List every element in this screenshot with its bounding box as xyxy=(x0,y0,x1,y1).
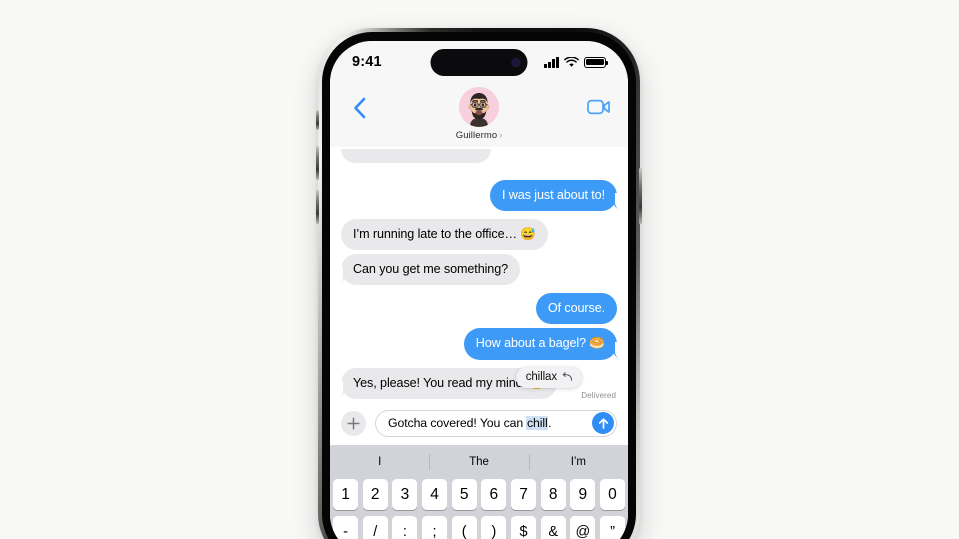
iphone-device-frame: 9:4 1 Guillermo › I was just about to! I’… xyxy=(316,28,642,539)
message-thread[interactable]: I was just about to! I’m running late to… xyxy=(330,147,628,401)
key-dollar[interactable]: $ xyxy=(510,516,537,539)
key-4[interactable]: 4 xyxy=(421,479,448,510)
front-camera-icon xyxy=(511,58,521,67)
message-bubble-incoming[interactable]: I’m running late to the office… 😅 xyxy=(341,219,548,251)
device-bezel: 9:4 1 Guillermo › I was just about to! I’… xyxy=(322,32,636,539)
input-text-selected: chill xyxy=(526,416,549,430)
key-slash[interactable]: / xyxy=(362,516,388,539)
device-screen: 9:4 1 Guillermo › I was just about to! I’… xyxy=(330,41,628,539)
contact-header[interactable]: Guillermo › xyxy=(456,87,503,141)
key-hyphen[interactable]: - xyxy=(333,516,359,539)
key-9[interactable]: 9 xyxy=(570,479,596,510)
bubble-tail-mask xyxy=(333,380,343,400)
key-3[interactable]: 3 xyxy=(392,479,418,510)
input-text-after: . xyxy=(548,416,552,430)
screenshot-stage: 9:4 1 Guillermo › I was just about to! I’… xyxy=(0,0,959,539)
key-at[interactable]: @ xyxy=(570,516,596,539)
keyboard-row-numbers: 1 2 3 4 5 6 7 8 9 0 xyxy=(330,479,628,510)
message-input-field[interactable]: Gotcha covered! You can chill. xyxy=(375,409,617,437)
keyboard-suggestion-bar: I The I’m xyxy=(330,445,628,479)
key-6[interactable]: 6 xyxy=(481,479,507,510)
keyboard-row-symbols: - / : ; ( ) $ & @ ” xyxy=(330,516,628,539)
key-paren-close[interactable]: ) xyxy=(481,516,507,539)
dynamic-island[interactable] xyxy=(430,49,528,76)
key-paren-open[interactable]: ( xyxy=(451,516,477,539)
message-row-partial xyxy=(341,149,617,172)
message-list: I was just about to! I’m running late to… xyxy=(333,147,625,401)
arrow-up-icon xyxy=(598,417,608,429)
key-colon[interactable]: : xyxy=(392,516,418,539)
memoji-avatar[interactable] xyxy=(459,87,499,127)
key-quote[interactable]: ” xyxy=(599,516,626,539)
suggestion-0[interactable]: I xyxy=(330,456,429,468)
table-row[interactable]: How about a bagel? 🥯 xyxy=(341,328,625,361)
delivery-status: Delivered xyxy=(581,391,616,400)
key-ampersand[interactable]: & xyxy=(540,516,566,539)
contact-name: Guillermo xyxy=(455,130,498,141)
bubble-tail-mask xyxy=(333,267,343,287)
message-bubble-cutoff xyxy=(341,149,491,163)
status-bar-clock: 9:41 xyxy=(352,54,382,70)
battery-full-icon xyxy=(584,56,608,68)
chevron-right-icon: › xyxy=(499,130,503,140)
key-5[interactable]: 5 xyxy=(451,479,477,510)
message-bubble-outgoing[interactable]: I was just about to! xyxy=(489,180,625,212)
contact-name-row: Guillermo › xyxy=(456,130,503,141)
power-button[interactable] xyxy=(639,168,642,224)
memoji-illustration xyxy=(459,87,499,127)
chevron-left-icon xyxy=(353,97,365,119)
send-button[interactable] xyxy=(592,412,614,434)
message-composer: Gotcha covered! You can chill. xyxy=(330,401,628,445)
status-bar-indicators xyxy=(544,56,608,68)
silent-switch[interactable] xyxy=(316,110,319,130)
plus-glyph-icon xyxy=(347,416,360,430)
facetime-button[interactable] xyxy=(586,97,612,117)
message-bubble-outgoing[interactable]: How about a bagel? 🥯 xyxy=(463,328,625,360)
volume-up-button[interactable] xyxy=(316,146,319,180)
message-bubble-incoming[interactable]: Can you get me something? xyxy=(333,254,521,286)
conversation-nav-bar: Guillermo › xyxy=(330,85,628,147)
key-1[interactable]: 1 xyxy=(333,479,359,510)
table-row[interactable]: I’m running late to the office… 😅 xyxy=(341,219,617,251)
key-2[interactable]: 2 xyxy=(362,479,388,510)
suggestion-1[interactable]: The xyxy=(429,456,528,468)
key-0[interactable]: 0 xyxy=(599,479,626,510)
key-8[interactable]: 8 xyxy=(540,479,566,510)
video-camera-icon xyxy=(587,99,610,115)
message-input-value: Gotcha covered! You can chill. xyxy=(388,416,552,430)
table-row[interactable]: I was just about to! xyxy=(341,180,625,213)
autocorrect-word: chillax xyxy=(525,371,557,383)
autocorrect-suggestion[interactable]: chillax xyxy=(515,367,582,388)
bubble-tail-mask xyxy=(615,193,625,213)
on-screen-keyboard: I The I’m 1 2 3 4 5 6 7 8 9 0 - /: ; (… xyxy=(330,445,628,539)
back-button[interactable] xyxy=(346,95,372,121)
key-7[interactable]: 7 xyxy=(510,479,537,510)
cellular-bars-icon xyxy=(544,56,559,68)
key-semicolon[interactable]: ; xyxy=(421,516,448,539)
plus-icon[interactable] xyxy=(341,410,366,436)
suggestion-2[interactable]: I’m xyxy=(529,456,628,468)
volume-down-button[interactable] xyxy=(316,190,319,224)
table-row[interactable]: Of course. xyxy=(341,293,617,325)
input-text-before: Gotcha covered! You can xyxy=(388,416,527,430)
table-row[interactable]: Can you get me something? xyxy=(333,254,617,287)
status-bar: 9:41 xyxy=(330,41,628,85)
message-bubble-outgoing[interactable]: Of course. xyxy=(535,293,617,325)
wifi-icon xyxy=(564,56,579,67)
undo-arrow-icon[interactable] xyxy=(562,372,573,382)
